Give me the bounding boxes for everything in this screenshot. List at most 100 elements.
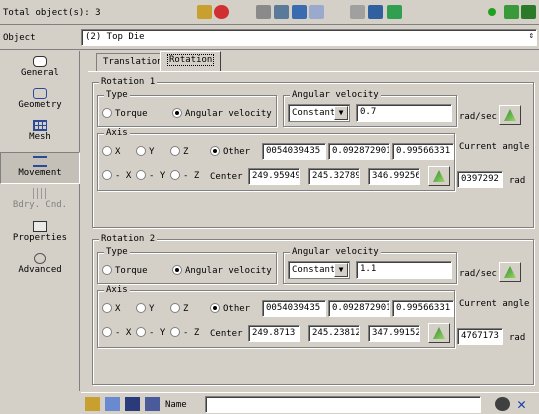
sidebar-item-properties[interactable]: Properties	[0, 221, 80, 243]
av-value-input[interactable]: 1.1	[356, 261, 452, 279]
mesh-icon	[33, 120, 47, 131]
axis-legend: Axis	[104, 285, 130, 296]
advanced-icon	[34, 253, 46, 264]
angular-velocity-radio[interactable]: Angular velocity	[172, 108, 272, 120]
torque-radio[interactable]: Torque	[102, 108, 148, 120]
axis-vec-y-input[interactable]: 0.092872901	[328, 300, 390, 317]
sidebar-item-label: Properties	[12, 233, 68, 243]
pick-icon[interactable]	[350, 5, 365, 19]
sidebar-item-label: Advanced	[18, 265, 62, 275]
center-z-input[interactable]: 346.99256	[368, 168, 420, 185]
type-legend: Type	[104, 247, 130, 258]
chevron-down-icon: ▼	[334, 106, 348, 120]
sidebar-item-movement[interactable]: Movement	[0, 152, 80, 184]
tab-rotation[interactable]: Rotation	[160, 51, 222, 72]
av-unit: rad/sec	[459, 112, 497, 122]
center-y-input[interactable]: 245.32789	[308, 168, 360, 185]
rotation1-type-group: Type Torque Angular velocity	[97, 90, 277, 127]
total-objects-label: Total object(s): 3	[3, 8, 101, 18]
sidebar-item-general[interactable]: General	[0, 56, 80, 78]
axis-vec-z-input[interactable]: 0.99566331	[392, 143, 454, 160]
mesh-icon[interactable]	[274, 5, 289, 19]
name-input[interactable]	[205, 396, 481, 413]
sidebar-item-geometry[interactable]: Geometry	[0, 88, 80, 110]
open-folder-icon[interactable]	[85, 397, 100, 411]
center-label: Center	[210, 172, 243, 182]
move-icon[interactable]	[197, 5, 212, 19]
rotation1-axis-group: Axis X Y Z Other 0054039435 0.092872901 …	[97, 128, 455, 191]
save-as-icon[interactable]	[105, 397, 120, 411]
tree-icon[interactable]	[504, 5, 519, 19]
object-select-value: (2) Top Die	[85, 32, 145, 42]
center-y-input[interactable]: 245.23812	[308, 325, 360, 342]
grid-icon[interactable]	[368, 5, 383, 19]
axis-x-radio[interactable]: X	[102, 146, 120, 158]
axis-neg-x-radio[interactable]: - X	[102, 170, 131, 182]
sidebar-item-label: General	[21, 68, 59, 78]
center-x-input[interactable]: 249.95949	[248, 168, 300, 185]
av-legend: Angular velocity	[290, 247, 381, 258]
current-angle-label: Current angle	[459, 142, 530, 152]
av-value-input[interactable]: 0.7	[356, 104, 452, 122]
tree2-icon[interactable]	[521, 5, 536, 19]
center-pick-button[interactable]	[428, 166, 450, 186]
sidebar-item-label: Mesh	[29, 132, 51, 142]
axis-vec-z-input[interactable]: 0.99566331	[392, 300, 454, 317]
angular-velocity-radio[interactable]: Angular velocity	[172, 265, 272, 277]
av-mode-select[interactable]: Constant ▼	[288, 261, 350, 279]
close-icon[interactable]: ✕	[517, 395, 526, 413]
rotation2-group: Rotation 2 Type Torque Angular velocity …	[92, 234, 534, 385]
properties-icon	[33, 221, 47, 232]
axis-z-radio[interactable]: Z	[170, 146, 188, 158]
deselect-icon[interactable]	[309, 5, 324, 19]
axis-y-radio[interactable]: Y	[136, 303, 154, 315]
axis-neg-y-radio[interactable]: - Y	[136, 170, 165, 182]
rotation2-title: Rotation 2	[99, 234, 158, 245]
function-icon	[433, 327, 445, 339]
sidebar-item-advanced[interactable]: Advanced	[0, 253, 80, 275]
select-icon[interactable]	[292, 5, 307, 19]
save-icon[interactable]	[125, 397, 140, 411]
sidebar-item-mesh[interactable]: Mesh	[0, 120, 80, 142]
axis-vec-x-input[interactable]: 0054039435	[262, 300, 326, 317]
av-unit: rad/sec	[459, 269, 497, 279]
axis-x-radio[interactable]: X	[102, 303, 120, 315]
axis-z-radio[interactable]: Z	[170, 303, 188, 315]
object-select[interactable]: (2) Top Die ⇕	[81, 29, 537, 46]
center-x-input[interactable]: 249.8713	[248, 325, 300, 342]
axis-neg-x-radio[interactable]: - X	[102, 327, 131, 339]
rotate-icon[interactable]	[214, 5, 229, 19]
top-toolbar: Total object(s): 3	[0, 0, 539, 25]
axis-neg-z-radio[interactable]: - Z	[170, 170, 199, 182]
function-icon	[433, 170, 445, 182]
center-label: Center	[210, 329, 243, 339]
axis-neg-z-radio[interactable]: - Z	[170, 327, 199, 339]
axis-neg-y-radio[interactable]: - Y	[136, 327, 165, 339]
tab-label: Rotation	[167, 54, 215, 66]
center-z-input[interactable]: 347.99152	[368, 325, 420, 342]
axis-legend: Axis	[104, 128, 130, 139]
rotation1-av-group: Angular velocity Constant ▼ 0.7	[283, 90, 457, 127]
copy-icon[interactable]	[145, 397, 160, 411]
av-function-button[interactable]	[499, 262, 521, 282]
axis-y-radio[interactable]: Y	[136, 146, 154, 158]
tab-translation[interactable]: Translation	[96, 53, 170, 71]
torque-radio[interactable]: Torque	[102, 265, 148, 277]
axis-other-radio[interactable]: Other	[210, 303, 250, 315]
color-icon[interactable]	[387, 5, 402, 19]
view-icon[interactable]	[256, 5, 271, 19]
av-mode-select[interactable]: Constant ▼	[288, 104, 350, 122]
sidebar-item-bdry-cnd[interactable]: Bdry. Cnd.	[0, 188, 80, 210]
axis-vec-x-input[interactable]: 0054039435	[262, 143, 326, 160]
status-dot-icon[interactable]	[488, 8, 496, 16]
eye-icon[interactable]	[495, 397, 510, 411]
angle-unit: rad	[509, 333, 526, 343]
center-pick-button[interactable]	[428, 323, 450, 343]
rotation2-axis-group: Axis X Y Z Other 0054039435 0.092872901 …	[97, 285, 455, 348]
spin-arrows-icon[interactable]: ⇕	[529, 30, 534, 43]
axis-other-radio[interactable]: Other	[210, 146, 250, 158]
axis-vec-y-input[interactable]: 0.092872901	[328, 143, 390, 160]
boundary-icon	[33, 188, 47, 199]
av-function-button[interactable]	[499, 105, 521, 125]
sidebar-item-label: Bdry. Cnd.	[12, 200, 68, 210]
